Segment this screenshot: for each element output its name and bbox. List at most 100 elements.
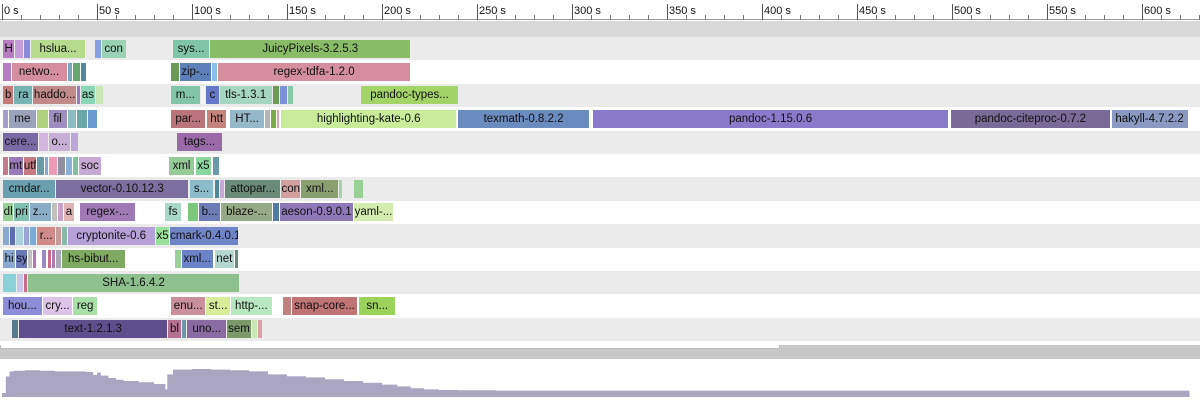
- package-build-bar[interactable]: [353, 179, 363, 198]
- package-build-bar[interactable]: [37, 109, 48, 128]
- package-build-bar[interactable]: me: [8, 109, 37, 128]
- package-build-bar[interactable]: [96, 86, 103, 105]
- package-build-bar[interactable]: tls-1.3.1: [219, 86, 272, 105]
- package-build-bar[interactable]: par...: [171, 109, 206, 128]
- package-build-bar[interactable]: dl: [2, 203, 14, 222]
- package-build-bar[interactable]: a: [63, 203, 75, 222]
- package-build-bar[interactable]: c: [206, 86, 219, 105]
- package-build-bar[interactable]: HT...: [230, 109, 265, 128]
- package-build-bar[interactable]: aeson-0.9.0.1: [280, 203, 353, 222]
- package-build-bar[interactable]: hakyll-4.7.2.2: [1111, 109, 1188, 128]
- package-build-bar[interactable]: regex-...: [79, 203, 135, 222]
- package-build-bar[interactable]: xml...: [181, 250, 213, 269]
- package-build-bar[interactable]: cere...: [2, 133, 39, 152]
- package-build-bar[interactable]: [65, 156, 73, 175]
- package-build-bar[interactable]: [77, 86, 80, 105]
- package-build-bar[interactable]: [33, 250, 37, 269]
- package-build-bar[interactable]: [234, 250, 238, 269]
- package-build-bar[interactable]: texmath-0.8.2.2: [458, 109, 590, 128]
- package-build-bar[interactable]: haddo...: [33, 86, 77, 105]
- package-build-bar[interactable]: [47, 250, 52, 269]
- package-build-bar[interactable]: [219, 179, 225, 198]
- package-build-bar[interactable]: xml...: [301, 179, 339, 198]
- package-build-bar[interactable]: fs: [165, 203, 181, 222]
- package-build-bar[interactable]: bl: [168, 320, 181, 339]
- package-build-bar[interactable]: [287, 86, 293, 105]
- viewport-scroll-thumb[interactable]: [0, 345, 780, 349]
- package-build-bar[interactable]: pandoc-citeproc-0.7.2: [951, 109, 1110, 128]
- package-build-bar[interactable]: [67, 109, 77, 128]
- package-build-bar[interactable]: [272, 203, 280, 222]
- package-build-bar[interactable]: [283, 296, 291, 315]
- package-build-bar[interactable]: sem: [227, 320, 251, 339]
- package-build-bar[interactable]: [339, 179, 343, 198]
- package-build-bar[interactable]: [61, 226, 67, 245]
- package-build-bar[interactable]: [56, 250, 61, 269]
- package-build-bar[interactable]: [265, 109, 270, 128]
- package-build-bar[interactable]: enu...: [171, 296, 206, 315]
- package-build-bar[interactable]: [37, 156, 44, 175]
- package-build-bar[interactable]: [67, 62, 73, 81]
- package-build-bar[interactable]: mt: [8, 156, 23, 175]
- package-build-bar[interactable]: text-1.2.1.3: [19, 320, 168, 339]
- package-build-bar[interactable]: sy: [16, 250, 27, 269]
- package-build-bar[interactable]: highlighting-kate-0.6: [281, 109, 457, 128]
- package-build-bar[interactable]: [12, 320, 19, 339]
- package-build-bar[interactable]: [181, 320, 187, 339]
- package-build-bar[interactable]: zip-...: [179, 62, 211, 81]
- package-build-bar[interactable]: hi: [2, 250, 16, 269]
- package-build-bar[interactable]: [52, 203, 58, 222]
- package-build-bar[interactable]: H: [2, 39, 15, 58]
- package-build-bar[interactable]: [200, 86, 206, 105]
- package-build-bar[interactable]: htt: [207, 109, 227, 128]
- package-build-bar[interactable]: netwo...: [11, 62, 67, 81]
- package-build-bar[interactable]: sn...: [359, 296, 396, 315]
- package-build-bar[interactable]: [52, 250, 56, 269]
- package-build-bar[interactable]: [58, 203, 63, 222]
- package-build-bar[interactable]: [251, 320, 257, 339]
- package-build-bar[interactable]: [73, 62, 80, 81]
- package-build-bar[interactable]: [73, 156, 78, 175]
- package-build-bar[interactable]: hou...: [2, 296, 42, 315]
- package-build-bar[interactable]: uno...: [187, 320, 227, 339]
- package-build-bar[interactable]: regex-tdfa-1.2.0: [217, 62, 411, 81]
- package-build-bar[interactable]: SHA-1.6.4.2: [27, 273, 240, 292]
- package-build-bar[interactable]: [29, 226, 37, 245]
- package-build-bar[interactable]: http-...: [230, 296, 272, 315]
- package-build-bar[interactable]: [95, 39, 101, 58]
- package-build-bar[interactable]: [2, 109, 8, 128]
- package-build-bar[interactable]: reg: [73, 296, 97, 315]
- package-build-bar[interactable]: [23, 226, 29, 245]
- package-build-bar[interactable]: o...: [48, 133, 71, 152]
- package-build-bar[interactable]: x5: [155, 226, 170, 245]
- package-build-bar[interactable]: [9, 226, 16, 245]
- package-build-bar[interactable]: [214, 179, 219, 198]
- package-build-bar[interactable]: [211, 62, 217, 81]
- package-build-bar[interactable]: [272, 86, 280, 105]
- package-build-bar[interactable]: [71, 133, 78, 152]
- package-build-bar[interactable]: b: [2, 86, 14, 105]
- package-build-bar[interactable]: as: [80, 86, 96, 105]
- package-build-bar[interactable]: [174, 250, 181, 269]
- package-build-bar[interactable]: sys...: [173, 39, 210, 58]
- package-build-bar[interactable]: [2, 62, 11, 81]
- package-build-bar[interactable]: [88, 109, 97, 128]
- package-build-bar[interactable]: blaze-...: [221, 203, 272, 222]
- package-build-bar[interactable]: net: [214, 250, 234, 269]
- package-build-bar[interactable]: soc: [78, 156, 101, 175]
- package-build-bar[interactable]: hslua...: [31, 39, 85, 58]
- package-build-bar[interactable]: st...: [206, 296, 230, 315]
- package-build-bar[interactable]: [39, 133, 48, 152]
- package-build-bar[interactable]: [17, 273, 23, 292]
- package-build-bar[interactable]: [41, 250, 46, 269]
- package-build-bar[interactable]: [2, 273, 17, 292]
- package-build-bar[interactable]: [280, 86, 287, 105]
- package-build-bar[interactable]: [48, 156, 58, 175]
- package-build-bar[interactable]: pandoc-1.15.0.6: [592, 109, 949, 128]
- package-build-bar[interactable]: xml: [169, 156, 194, 175]
- package-build-bar[interactable]: [56, 226, 61, 245]
- package-build-bar[interactable]: ra: [14, 86, 33, 105]
- package-build-bar[interactable]: [171, 62, 179, 81]
- package-build-bar[interactable]: [212, 156, 219, 175]
- package-build-bar[interactable]: con: [101, 39, 126, 58]
